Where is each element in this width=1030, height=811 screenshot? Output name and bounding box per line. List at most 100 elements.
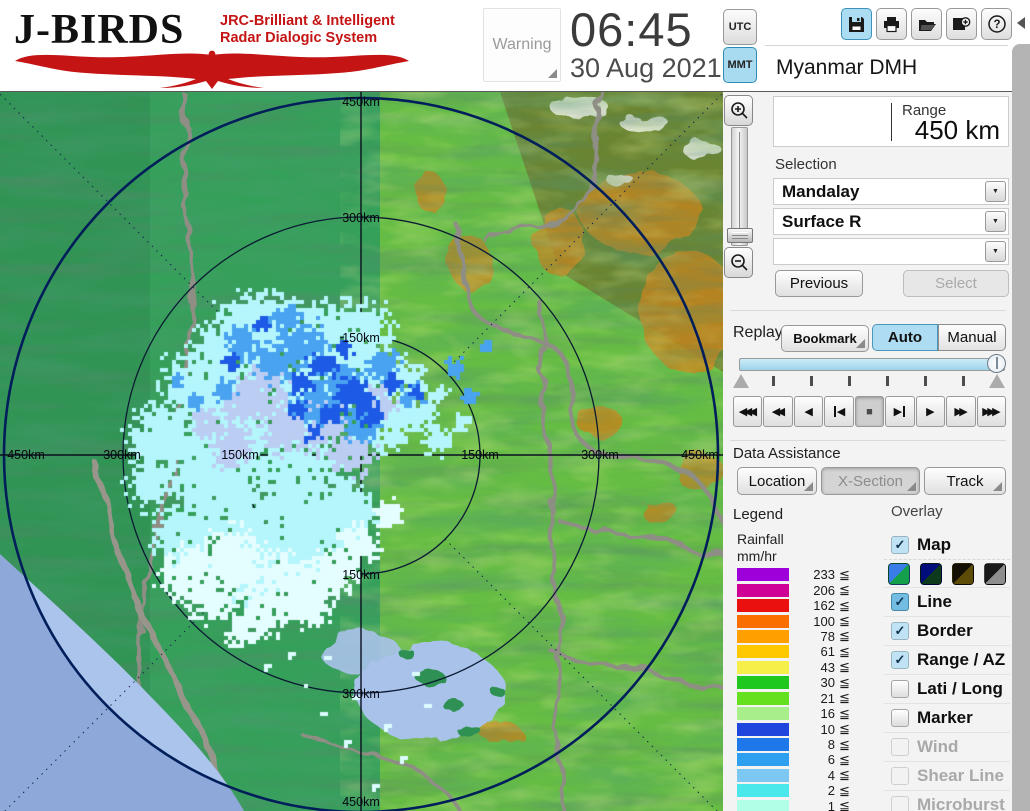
legend-operator: ≦	[839, 659, 850, 675]
bookmark-button[interactable]: Bookmark	[781, 325, 869, 352]
range-display: Range 450 km	[773, 96, 1009, 147]
selection-label: Selection	[775, 156, 837, 173]
clock-date: 30 Aug 2021	[570, 53, 722, 84]
overlay-item-label: Range / AZ	[917, 650, 1005, 670]
map-style-4-button[interactable]	[984, 563, 1006, 585]
save-button[interactable]	[841, 8, 872, 40]
print-button[interactable]	[876, 8, 907, 40]
previous-button[interactable]: Previous	[775, 270, 863, 297]
overlay-item-line[interactable]: ✓Line	[884, 587, 1010, 616]
checkbox[interactable]	[891, 680, 909, 698]
overlay-item-map[interactable]: ✓Map	[884, 530, 1010, 559]
select-button[interactable]: Select	[903, 270, 1009, 297]
warning-button[interactable]: Warning	[483, 8, 561, 82]
legend-color-swatch	[737, 707, 789, 720]
legend-color-swatch	[737, 769, 789, 782]
legend-color-swatch	[737, 630, 789, 643]
mmt-button[interactable]: MMT	[723, 47, 757, 83]
rewind-fast-button[interactable]: ◀◀◀	[733, 396, 762, 427]
data-assistance-label: Data Assistance	[733, 445, 841, 462]
location-button[interactable]: Location	[737, 467, 817, 495]
playback-controls: ◀◀◀◀◀◀◀■▶▶▶▶▶▶▶	[733, 396, 1006, 427]
fast-forward-3-button[interactable]: ▶▶▶	[977, 396, 1006, 427]
radar-map[interactable]: 450km300km150km150km300km450km450km300km…	[0, 92, 723, 811]
overlay-item-lati-long[interactable]: Lati / Long	[884, 674, 1010, 703]
legend-row: 1≦	[737, 799, 877, 811]
overlay-checkbox-list: ✓Map✓Line✓Border✓Range / AZLati / LongMa…	[884, 530, 1010, 811]
legend-value: 21	[789, 691, 835, 706]
legend-row: 43 ≦	[737, 660, 877, 675]
legend-operator: ≦	[839, 783, 850, 799]
manual-toggle[interactable]: Manual	[938, 324, 1006, 351]
chevron-down-icon: ▼	[992, 188, 999, 195]
step-back-button[interactable]: ◀	[824, 396, 853, 427]
map-style-swatches	[884, 559, 1010, 587]
utc-button[interactable]: UTC	[723, 9, 757, 45]
stop-button[interactable]: ■	[855, 396, 884, 427]
option-dropdown-button[interactable]: ▼	[985, 241, 1006, 262]
zoom-slider[interactable]	[731, 127, 748, 246]
legend-operator: ≦	[839, 675, 850, 691]
play-button[interactable]: ▶	[916, 396, 945, 427]
separator	[730, 310, 1006, 311]
product-dropdown[interactable]: Surface R ▼	[773, 208, 1009, 235]
overlay-item-shear-line[interactable]: Shear Line	[884, 761, 1010, 790]
open-folder-button[interactable]	[911, 8, 942, 40]
overlay-item-border[interactable]: ✓ Border	[884, 616, 1010, 645]
time-slider-handle[interactable]	[987, 354, 1006, 373]
slider-end-marker[interactable]	[989, 374, 1005, 388]
legend-operator: ≦	[839, 767, 850, 783]
time-slider[interactable]	[739, 358, 1005, 371]
legend-color-swatch	[737, 800, 789, 811]
option-dropdown[interactable]: ▼	[773, 238, 1009, 265]
overlay-item-label: Border	[917, 621, 973, 641]
legend-operator: ≦	[839, 567, 850, 583]
checkbox[interactable]: ✓	[891, 651, 909, 669]
help-button[interactable]: ?	[981, 8, 1012, 40]
overlay-item-wind[interactable]: Wind	[884, 732, 1010, 761]
checkbox[interactable]	[891, 709, 909, 727]
overlay-item-microburst[interactable]: Microburst	[884, 790, 1010, 811]
legend-value: 100	[789, 614, 835, 629]
map-style-1-button[interactable]	[888, 563, 910, 585]
legend-row: 2≦	[737, 783, 877, 798]
legend-operator: ≦	[839, 706, 850, 722]
checkbox[interactable]: ✓	[891, 593, 909, 611]
overlay-item-marker[interactable]: Marker	[884, 703, 1010, 732]
legend-row: 162≦	[737, 598, 877, 613]
legend-operator: ≦	[839, 628, 850, 644]
legend-color-swatch	[737, 784, 789, 797]
site-dropdown-button[interactable]: ▼	[985, 181, 1006, 202]
legend-row: 61≦	[737, 644, 877, 659]
fast-forward-button[interactable]: ▶▶	[946, 396, 975, 427]
rewind-button[interactable]: ◀◀	[763, 396, 792, 427]
folder-icon	[917, 15, 937, 34]
header-bar: J-BIRDS JRC-Brilliant & Intelligent Rada…	[0, 0, 1030, 92]
track-button[interactable]: Track	[924, 467, 1006, 495]
site-dropdown[interactable]: Mandalay ▼	[773, 178, 1009, 205]
play-reverse-button[interactable]: ◀	[794, 396, 823, 427]
map-style-3-button[interactable]	[952, 563, 974, 585]
auto-toggle[interactable]: Auto	[872, 324, 938, 351]
legend-color-swatch	[737, 676, 789, 689]
zoom-out-button[interactable]	[724, 247, 753, 278]
legend-operator: ≦	[839, 798, 850, 811]
checkbox[interactable]: ✓	[891, 536, 909, 554]
product-dropdown-button[interactable]: ▼	[985, 211, 1006, 232]
capture-button[interactable]	[946, 8, 977, 40]
legend-operator: ≦	[839, 752, 850, 768]
panel-collapse-strip[interactable]	[1012, 0, 1030, 811]
x-section-button[interactable]: X-Section	[821, 467, 920, 495]
legend-color-swatch	[737, 645, 789, 658]
overlay-item-range-az[interactable]: ✓ Range / AZ	[884, 645, 1010, 674]
collapse-handle[interactable]	[1012, 44, 1030, 811]
checkbox[interactable]: ✓	[891, 622, 909, 640]
step-forward-button[interactable]: ▶	[885, 396, 914, 427]
map-style-2-button[interactable]	[920, 563, 942, 585]
slider-start-marker[interactable]	[733, 374, 749, 388]
zoom-in-button[interactable]	[724, 95, 753, 126]
overlay-item-label: Lati / Long	[917, 679, 1003, 699]
slider-tick	[962, 376, 965, 386]
legend-value: 43	[789, 660, 835, 675]
zoom-slider-handle[interactable]	[727, 228, 753, 243]
